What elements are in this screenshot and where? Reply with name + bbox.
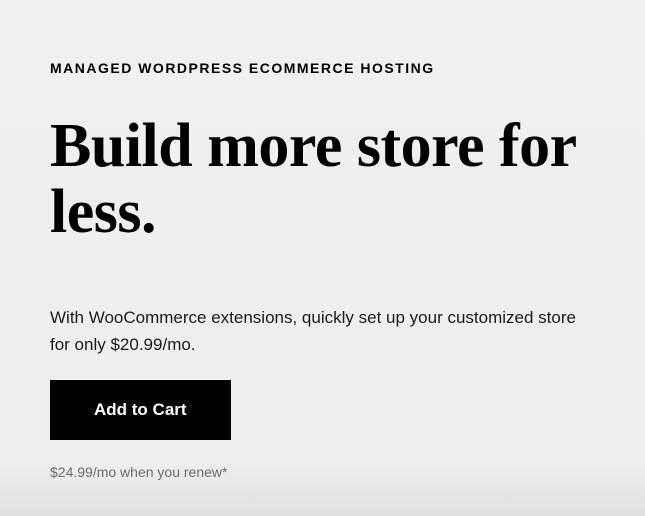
page-headline: Build more store for less. [50, 114, 595, 245]
renewal-price-note: $24.99/mo when you renew* [50, 464, 595, 480]
eyebrow-label: MANAGED WORDPRESS ECOMMERCE HOSTING [50, 60, 595, 76]
hero-description: With WooCommerce extensions, quickly set… [50, 305, 595, 358]
add-to-cart-button[interactable]: Add to Cart [50, 380, 231, 440]
